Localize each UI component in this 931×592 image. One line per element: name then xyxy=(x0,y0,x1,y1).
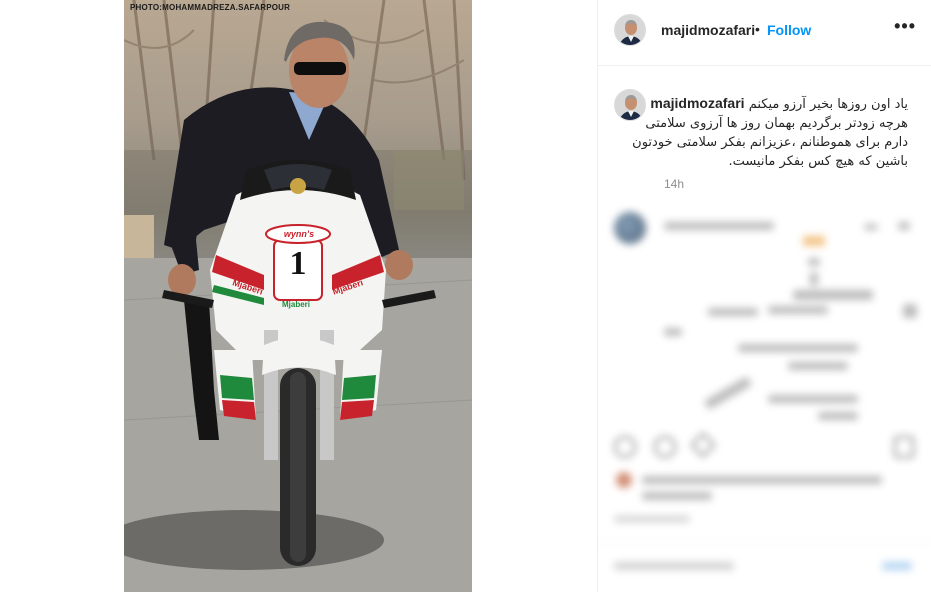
blurred-emoji xyxy=(803,236,825,246)
blurred-text xyxy=(898,222,910,230)
caption-timestamp[interactable]: 14h xyxy=(664,177,684,191)
blurred-commenter-avatar xyxy=(614,212,646,244)
divider xyxy=(598,542,931,543)
blurred-text xyxy=(903,304,917,318)
caption-username-link[interactable]: majidmozafari xyxy=(650,95,744,111)
author-avatar[interactable] xyxy=(614,14,646,46)
comment-icon xyxy=(654,436,676,458)
avatar-portrait-icon xyxy=(615,15,645,45)
caption-line-4: باشین که هیچ کس بفکر مانیست. xyxy=(728,154,908,169)
post-header: majidmozafari • Follow ••• xyxy=(598,0,931,66)
blurred-text xyxy=(614,562,734,570)
sponsor-logo-wynns: wynn's xyxy=(283,229,315,239)
blurred-text xyxy=(768,395,858,403)
header-separator-dot: • xyxy=(755,21,760,37)
caption-author-avatar[interactable] xyxy=(614,89,646,121)
blurred-text xyxy=(808,258,820,266)
follow-button[interactable]: Follow xyxy=(767,22,811,38)
blurred-text xyxy=(818,412,858,420)
blurred-text xyxy=(664,328,682,336)
blurred-text xyxy=(788,362,848,370)
blurred-text xyxy=(738,344,858,352)
blurred-text xyxy=(708,308,758,316)
blurred-text xyxy=(810,272,818,286)
caption-line-2: هرچه زودتر برگردیم بهمان روز ها آرزوی سل… xyxy=(645,116,908,131)
save-icon xyxy=(894,436,914,458)
more-options-icon[interactable]: ••• xyxy=(894,16,916,37)
blurred-text xyxy=(864,224,878,230)
instagram-post-page: PHOTO:MOHAMMADREZA.SAFARPOUR wynn's 1 Mj… xyxy=(0,0,931,592)
blurred-text xyxy=(793,290,873,300)
blurred-text xyxy=(882,562,912,570)
caption-line-3: دارم برای هموطنانم ،عزیزانم بفکر سلامتی … xyxy=(632,135,908,150)
race-number: 1 xyxy=(289,245,307,282)
post-side-panel: majidmozafari • Follow ••• یاد اون روزها… xyxy=(597,0,931,592)
caption-text-1: یاد اون روزها بخیر آرزو میکنم xyxy=(748,97,908,112)
blurred-text xyxy=(614,516,690,522)
like-icon xyxy=(614,436,636,458)
blurred-text xyxy=(642,476,882,484)
blurred-liker-avatar xyxy=(616,472,632,488)
blurred-text xyxy=(642,492,712,500)
motorcycle-photo xyxy=(124,0,472,592)
blurred-text xyxy=(768,306,828,314)
header-username-link[interactable]: majidmozafari xyxy=(661,22,755,38)
obscured-comments-and-actions xyxy=(598,200,931,592)
caption-line-1: یاد اون روزها بخیر آرزو میکنم majidmozaf… xyxy=(650,94,908,114)
blurred-text xyxy=(664,222,774,230)
blurred-text xyxy=(703,376,753,410)
share-icon xyxy=(690,432,716,458)
photo-credit-watermark: PHOTO:MOHAMMADREZA.SAFARPOUR xyxy=(130,3,291,12)
post-image[interactable]: PHOTO:MOHAMMADREZA.SAFARPOUR wynn's 1 Mj… xyxy=(124,0,472,592)
post-caption: یاد اون روزها بخیر آرزو میکنم majidmozaf… xyxy=(632,94,908,171)
avatar-portrait-icon xyxy=(615,90,645,120)
sponsor-decal-front: Mjaberi xyxy=(282,300,311,309)
